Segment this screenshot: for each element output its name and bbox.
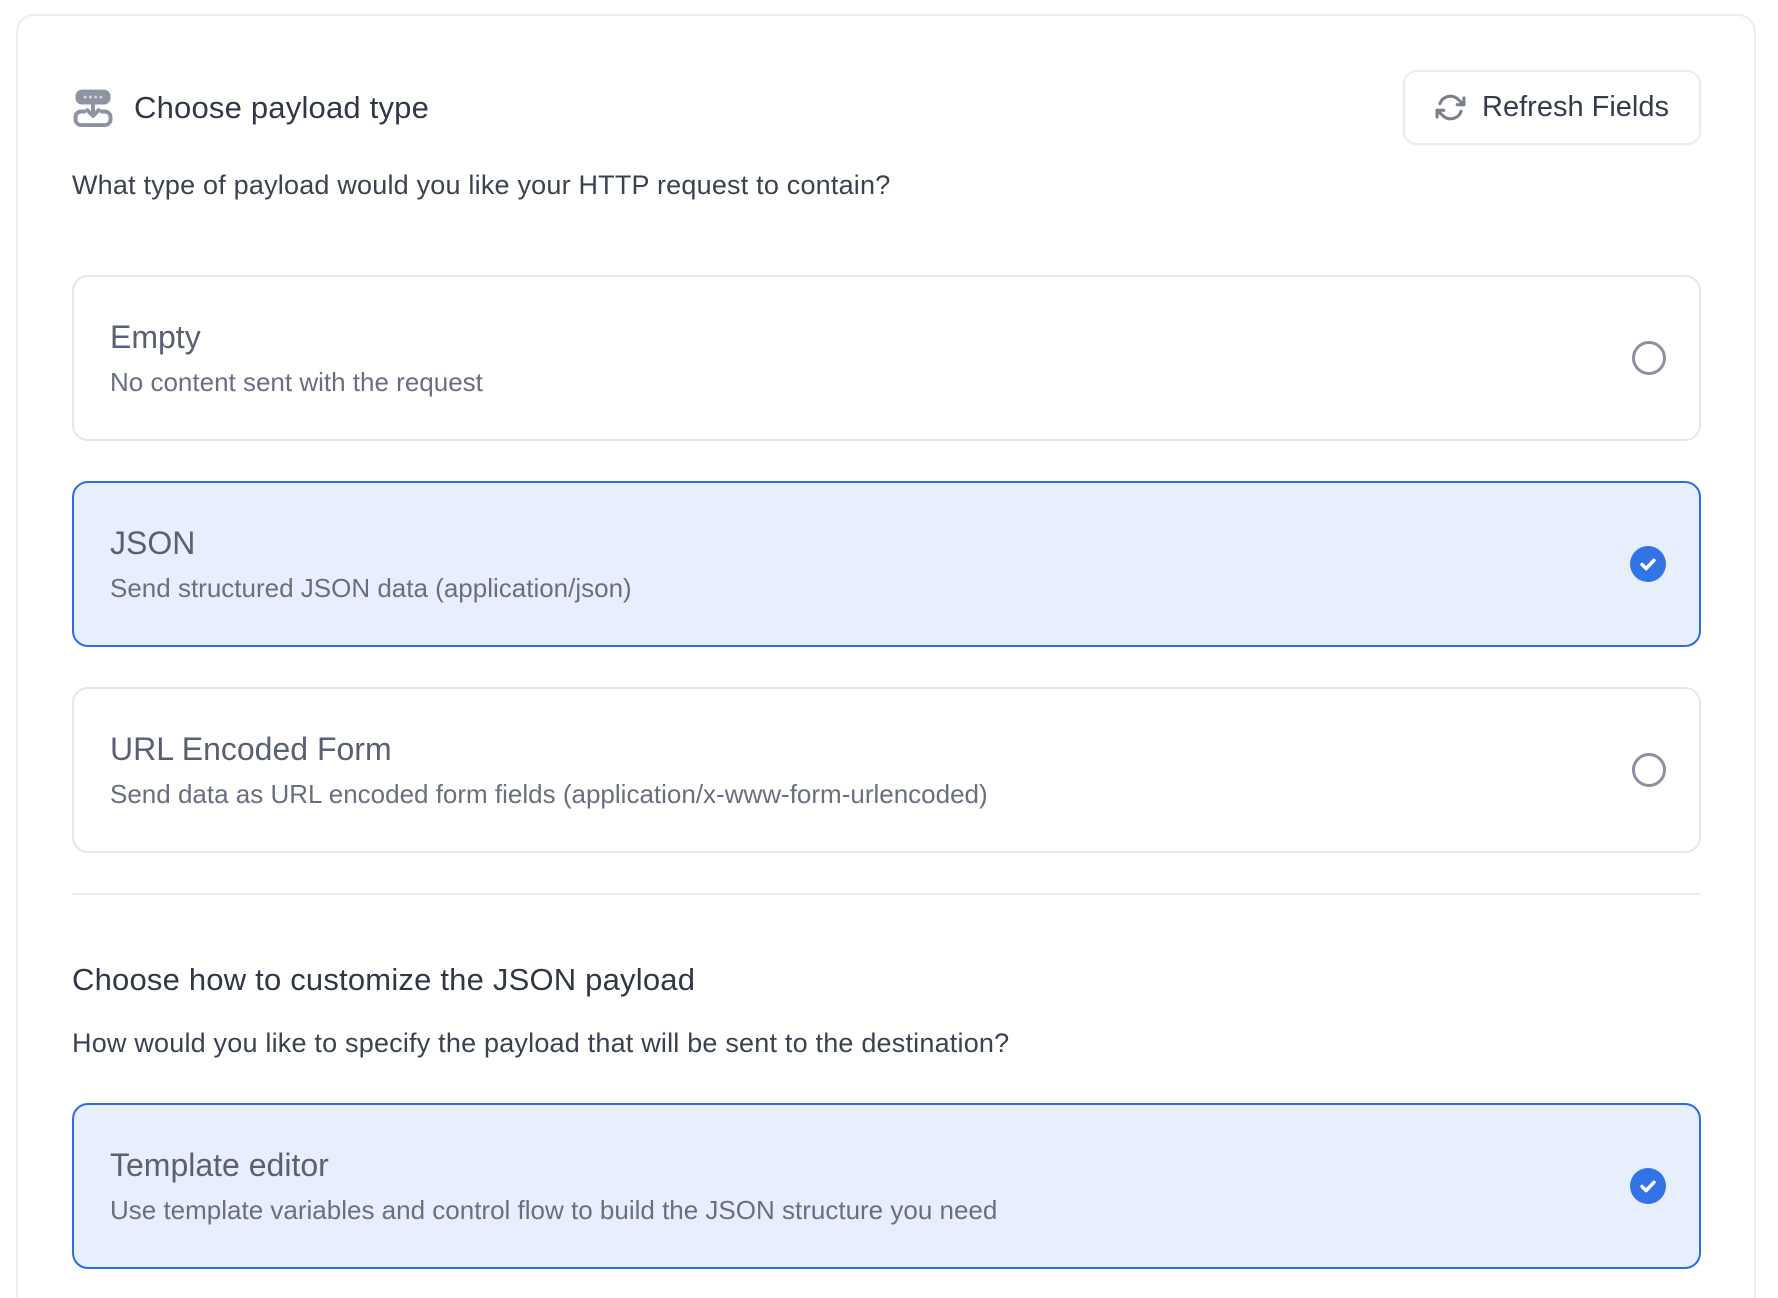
option-title: URL Encoded Form bbox=[110, 729, 988, 769]
customize-section-heading: Choose how to customize the JSON payload bbox=[72, 961, 1701, 999]
option-title: JSON bbox=[110, 523, 632, 563]
option-text: Empty No content sent with the request bbox=[110, 317, 483, 399]
option-description: No content sent with the request bbox=[110, 365, 483, 399]
radio-unselected-icon[interactable] bbox=[1632, 753, 1666, 787]
check-circle-icon[interactable] bbox=[1630, 546, 1666, 582]
option-description: Send structured JSON data (application/j… bbox=[110, 571, 632, 605]
check-circle-icon[interactable] bbox=[1630, 1168, 1666, 1204]
refresh-icon bbox=[1435, 92, 1466, 123]
payload-type-question: What type of payload would you like your… bbox=[72, 169, 1701, 201]
panel-header-left: Choose payload type bbox=[72, 88, 429, 128]
option-text: Template editor Use template variables a… bbox=[110, 1145, 997, 1227]
option-text: JSON Send structured JSON data (applicat… bbox=[110, 523, 632, 605]
payload-option-json[interactable]: JSON Send structured JSON data (applicat… bbox=[72, 481, 1701, 647]
radio-unselected-icon[interactable] bbox=[1632, 341, 1666, 375]
option-text: URL Encoded Form Send data as URL encode… bbox=[110, 729, 988, 811]
section-divider bbox=[72, 893, 1701, 895]
customize-question: How would you like to specify the payloa… bbox=[72, 1027, 1701, 1059]
refresh-fields-button[interactable]: Refresh Fields bbox=[1403, 70, 1701, 145]
payload-config-panel: Choose payload type Refresh Fields What … bbox=[16, 14, 1756, 1298]
option-title: Template editor bbox=[110, 1145, 997, 1185]
payload-option-empty[interactable]: Empty No content sent with the request bbox=[72, 275, 1701, 441]
page-title: Choose payload type bbox=[134, 90, 429, 126]
panel-header: Choose payload type Refresh Fields bbox=[72, 70, 1701, 145]
option-description: Send data as URL encoded form fields (ap… bbox=[110, 777, 988, 811]
option-description: Use template variables and control flow … bbox=[110, 1193, 997, 1227]
option-title: Empty bbox=[110, 317, 483, 357]
refresh-fields-label: Refresh Fields bbox=[1482, 91, 1669, 124]
customize-option-template-editor[interactable]: Template editor Use template variables a… bbox=[72, 1103, 1701, 1269]
payload-option-url-encoded-form[interactable]: URL Encoded Form Send data as URL encode… bbox=[72, 687, 1701, 853]
tray-arrow-down-icon bbox=[72, 88, 114, 128]
